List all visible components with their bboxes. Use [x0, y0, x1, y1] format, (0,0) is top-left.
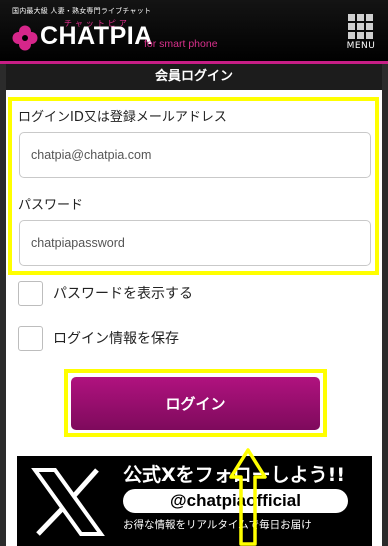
x-logo-icon [31, 468, 105, 536]
login-id-label: ログインID又は登録メールアドレス [18, 110, 227, 125]
menu-button[interactable]: MENU [344, 14, 378, 54]
flower-logo-icon [12, 25, 38, 51]
show-password-checkbox[interactable] [18, 280, 43, 306]
show-password-label: パスワードを表示する [53, 286, 193, 302]
password-label: パスワード [18, 198, 84, 213]
login-button[interactable]: ログイン [71, 377, 320, 430]
banner-title: 公式Xをフォローしよう!! [123, 464, 345, 486]
save-login-checkbox[interactable] [18, 325, 43, 351]
logo-subtitle: for smart phone [144, 38, 218, 50]
banner-handle: @chatpiaofficial [123, 489, 348, 513]
banner-description: お得な情報をリアルタイムで毎日お届け [123, 519, 312, 531]
page-title: 会員ログイン [6, 64, 382, 90]
site-logo[interactable]: CHATPIA [40, 24, 153, 49]
save-login-label: ログイン情報を保存 [53, 331, 179, 347]
show-password-option[interactable]: パスワードを表示する [18, 280, 193, 306]
site-tagline: 国内最大級 人妻・熟女専門ライブチャット [12, 7, 152, 15]
site-header: 国内最大級 人妻・熟女専門ライブチャット チャットピア CHATPIA for … [0, 0, 388, 64]
login-id-input[interactable] [19, 132, 371, 178]
grid-menu-icon [348, 14, 374, 39]
save-login-option[interactable]: ログイン情報を保存 [18, 325, 179, 351]
password-input[interactable] [19, 220, 371, 266]
x-follow-banner[interactable]: 公式Xをフォローしよう!! @chatpiaofficial お得な情報をリアル… [17, 456, 372, 546]
menu-label: MENU [346, 41, 376, 51]
